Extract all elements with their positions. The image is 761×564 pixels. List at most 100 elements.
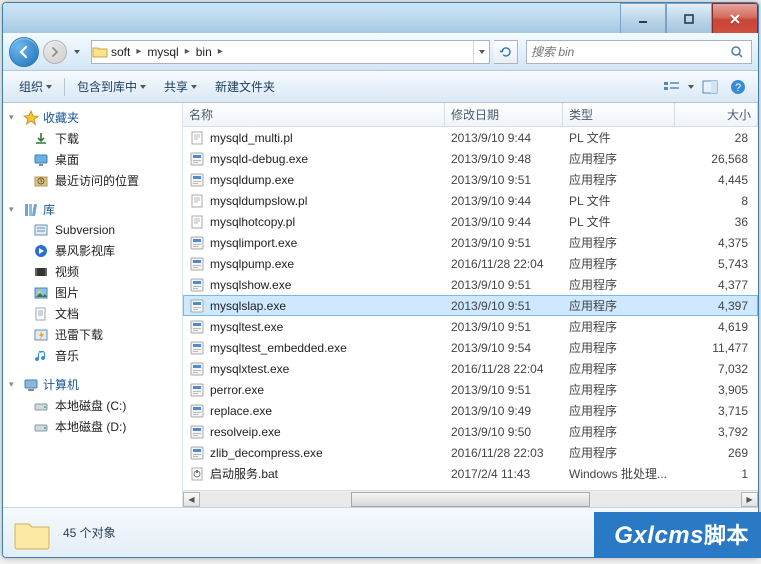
- sidebar-item[interactable]: 最近访问的位置: [3, 170, 182, 191]
- file-row[interactable]: 启动服务.bat2017/2/4 11:43Windows 批处理...1: [183, 463, 758, 484]
- horizontal-scrollbar[interactable]: ◀ ▶: [183, 490, 758, 507]
- sidebar-item[interactable]: 音乐: [3, 345, 182, 366]
- breadcrumb-arrow-icon[interactable]: ▸: [133, 46, 144, 57]
- close-button[interactable]: [712, 3, 758, 33]
- chevron-down-icon: [74, 50, 80, 54]
- chevron-down-icon: [688, 85, 694, 89]
- file-type: 应用程序: [563, 255, 675, 272]
- video-icon: [33, 264, 49, 280]
- file-row[interactable]: mysqlimport.exe2013/9/10 9:51应用程序4,375: [183, 232, 758, 253]
- scroll-left-button[interactable]: ◀: [183, 492, 200, 507]
- maximize-button[interactable]: [666, 3, 712, 33]
- address-bar[interactable]: soft▸mysql▸bin▸: [91, 40, 490, 64]
- file-row[interactable]: mysqld-debug.exe2013/9/10 9:48应用程序26,568: [183, 148, 758, 169]
- separator: [64, 78, 65, 96]
- file-row[interactable]: zlib_decompress.exe2016/11/28 22:03应用程序2…: [183, 442, 758, 463]
- sidebar-item[interactable]: 桌面: [3, 149, 182, 170]
- file-name: mysqltest.exe: [210, 320, 283, 334]
- help-button[interactable]: ?: [726, 76, 750, 98]
- file-row[interactable]: perror.exe2013/9/10 9:51应用程序3,905: [183, 379, 758, 400]
- drive-icon: [33, 419, 49, 435]
- file-size: 4,377: [675, 278, 758, 292]
- search-button[interactable]: [727, 45, 747, 59]
- search-input[interactable]: [531, 45, 727, 59]
- file-row[interactable]: replace.exe2013/9/10 9:49应用程序3,715: [183, 400, 758, 421]
- file-date: 2013/9/10 9:44: [445, 131, 563, 145]
- refresh-button[interactable]: [494, 40, 518, 64]
- download-icon: [33, 131, 49, 147]
- organize-button[interactable]: 组织: [11, 74, 60, 99]
- file-date: 2013/9/10 9:51: [445, 278, 563, 292]
- file-name: resolveip.exe: [210, 425, 281, 439]
- file-name: mysqldump.exe: [210, 173, 294, 187]
- view-options-button[interactable]: [660, 76, 684, 98]
- computer-label: 计算机: [43, 376, 79, 393]
- sidebar-item[interactable]: 图片: [3, 282, 182, 303]
- sidebar-item[interactable]: 本地磁盘 (C:): [3, 395, 182, 416]
- file-row[interactable]: mysqltest.exe2013/9/10 9:51应用程序4,619: [183, 316, 758, 337]
- file-row[interactable]: mysqlpump.exe2016/11/28 22:04应用程序5,743: [183, 253, 758, 274]
- favorites-group: ▾ 收藏夹 下载桌面最近访问的位置: [3, 107, 182, 191]
- file-row[interactable]: mysqlslap.exe2013/9/10 9:51应用程序4,397: [183, 295, 758, 316]
- breadcrumb-item[interactable]: soft: [108, 45, 133, 59]
- search-box[interactable]: [526, 40, 752, 64]
- file-icon: [189, 298, 205, 314]
- computer-header[interactable]: ▾ 计算机: [3, 374, 182, 395]
- col-date[interactable]: 修改日期: [445, 103, 563, 126]
- svg-text:?: ?: [735, 82, 741, 94]
- breadcrumb-item[interactable]: mysql: [144, 45, 181, 59]
- file-row[interactable]: mysqlxtest.exe2016/11/28 22:04应用程序7,032: [183, 358, 758, 379]
- include-in-library-button[interactable]: 包含到库中: [69, 74, 154, 99]
- nav-history-dropdown[interactable]: [71, 40, 83, 64]
- file-row[interactable]: mysqlshow.exe2013/9/10 9:51应用程序4,377: [183, 274, 758, 295]
- share-button[interactable]: 共享: [156, 74, 205, 99]
- col-size[interactable]: 大小: [675, 103, 758, 126]
- scroll-track[interactable]: [200, 492, 741, 507]
- sidebar-item[interactable]: 下载: [3, 128, 182, 149]
- file-row[interactable]: mysqlhotcopy.pl2013/9/10 9:44PL 文件36: [183, 211, 758, 232]
- preview-pane-button[interactable]: [698, 76, 722, 98]
- new-folder-button[interactable]: 新建文件夹: [207, 74, 283, 99]
- file-icon: [189, 361, 205, 377]
- address-dropdown[interactable]: [473, 41, 489, 63]
- sidebar-item-label: 下载: [55, 130, 79, 147]
- file-icon: [189, 424, 205, 440]
- breadcrumb-item[interactable]: bin: [193, 45, 215, 59]
- sidebar-item[interactable]: Subversion: [3, 220, 182, 240]
- file-date: 2016/11/28 22:04: [445, 257, 563, 271]
- file-date: 2013/9/10 9:44: [445, 194, 563, 208]
- sidebar-item[interactable]: 迅雷下载: [3, 324, 182, 345]
- file-type: 应用程序: [563, 423, 675, 440]
- sidebar-item[interactable]: 暴风影视库: [3, 240, 182, 261]
- libraries-header[interactable]: ▾ 库: [3, 199, 182, 220]
- file-name: replace.exe: [210, 404, 272, 418]
- file-icon: [189, 277, 205, 293]
- breadcrumb-arrow-icon[interactable]: ▸: [215, 46, 226, 57]
- details-count: 45 个对象: [63, 524, 116, 541]
- scroll-thumb[interactable]: [351, 492, 589, 507]
- scroll-right-button[interactable]: ▶: [741, 492, 758, 507]
- col-name[interactable]: 名称: [183, 103, 445, 126]
- minimize-button[interactable]: [620, 3, 666, 33]
- file-date: 2013/9/10 9:49: [445, 404, 563, 418]
- file-type: PL 文件: [563, 192, 675, 209]
- file-icon: [189, 319, 205, 335]
- col-type[interactable]: 类型: [563, 103, 675, 126]
- breadcrumb-arrow-icon[interactable]: ▸: [182, 46, 193, 57]
- sidebar-item[interactable]: 视频: [3, 261, 182, 282]
- back-button[interactable]: [9, 37, 39, 67]
- file-type: 应用程序: [563, 402, 675, 419]
- file-size: 26,568: [675, 152, 758, 166]
- file-row[interactable]: mysqldumpslow.pl2013/9/10 9:44PL 文件8: [183, 190, 758, 211]
- sidebar-item[interactable]: 本地磁盘 (D:): [3, 416, 182, 437]
- favorites-header[interactable]: ▾ 收藏夹: [3, 107, 182, 128]
- file-row[interactable]: resolveip.exe2013/9/10 9:50应用程序3,792: [183, 421, 758, 442]
- sidebar-item[interactable]: 文档: [3, 303, 182, 324]
- file-date: 2013/9/10 9:51: [445, 236, 563, 250]
- file-row[interactable]: mysqltest_embedded.exe2013/9/10 9:54应用程序…: [183, 337, 758, 358]
- forward-button[interactable]: [43, 40, 67, 64]
- favorites-label: 收藏夹: [43, 109, 79, 126]
- file-row[interactable]: mysqldump.exe2013/9/10 9:51应用程序4,445: [183, 169, 758, 190]
- file-row[interactable]: mysqld_multi.pl2013/9/10 9:44PL 文件28: [183, 127, 758, 148]
- libraries-group: ▾ 库 Subversion暴风影视库视频图片文档迅雷下载音乐: [3, 199, 182, 366]
